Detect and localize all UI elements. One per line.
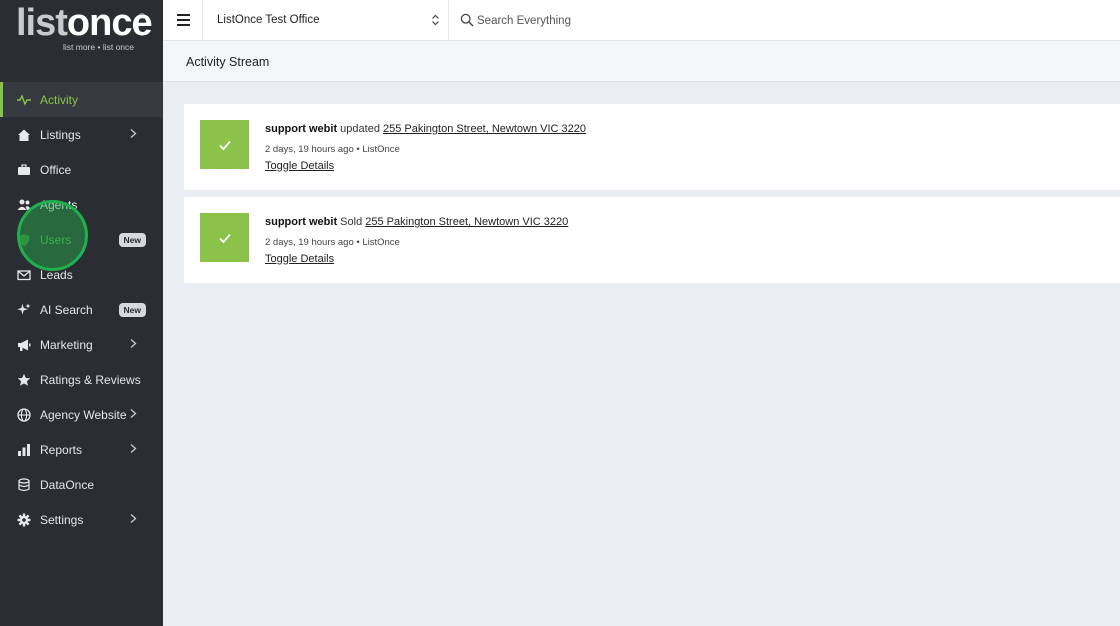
activity-meta: 2 days, 19 hours ago • ListOnce [265,237,400,248]
activity-user: support webit [265,123,338,135]
people-icon [16,197,32,213]
activity-address-link[interactable]: 255 Pakington Street, Newtown VIC 3220 [383,123,586,135]
activity-user: support webit [265,216,338,228]
sidebar-item-listings[interactable]: Listings [0,117,163,152]
top-bar: ListOnce Test Office [163,0,1120,41]
page-title: Activity Stream [186,55,270,69]
activity-action: updated [340,123,380,135]
chevron-right-icon [130,444,137,453]
listonce-logo[interactable]: listonce ® list more • list once [0,0,163,80]
chevron-right-icon [130,339,137,348]
sidebar-item-label: Marketing [40,337,93,352]
home-icon [16,127,32,143]
toggle-details-link[interactable]: Toggle Details [265,253,334,265]
chevron-right-icon [130,409,137,418]
activity-action: Sold [340,216,363,228]
logo-registered-mark: ® [139,12,145,21]
activity-meta: 2 days, 19 hours ago • ListOnce [265,144,400,155]
sidebar-item-dataonce[interactable]: DataOnce [0,467,163,502]
sidebar-item-leads[interactable]: Leads [0,257,163,292]
sidebar-item-label: Reports [40,442,83,457]
logo-wordmark: listonce [16,2,153,44]
sidebar-item-reports[interactable]: Reports [0,432,163,467]
sidebar-item-label: Leads [40,267,73,282]
sidebar: listonce ® list more • list once Activit… [0,0,163,626]
gear-icon [16,512,32,528]
shield-icon [16,232,32,248]
sidebar-item-label: DataOnce [40,477,95,492]
sidebar-item-ai-search[interactable]: AI Search New [0,292,163,327]
sidebar-item-label: Listings [40,127,81,142]
sidebar-item-label: Settings [40,512,84,527]
megaphone-icon [16,337,32,353]
sidebar-item-marketing[interactable]: Marketing [0,327,163,362]
sidebar-item-label: Agency Website [40,407,127,422]
sidebar-item-settings[interactable]: Settings [0,502,163,537]
toggle-details-link[interactable]: Toggle Details [265,160,334,172]
chevron-right-icon [130,514,137,523]
search-input[interactable] [477,10,777,32]
sidebar-item-label: Ratings & Reviews [40,372,141,387]
sidebar-item-label: Office [40,162,72,177]
sidebar-item-agents[interactable]: Agents [0,187,163,222]
check-icon [200,213,249,262]
sidebar-item-label: AI Search [40,302,93,317]
activity-address-link[interactable]: 255 Pakington Street, Newtown VIC 3220 [365,216,568,228]
new-badge: New [118,233,146,247]
logo-tagline: list more • list once [63,42,134,52]
page-header: Activity Stream [163,41,1120,82]
pulse-icon [16,92,32,108]
office-selector-value: ListOnce Test Office [217,14,320,26]
activity-summary: support webit Sold 255 Pakington Street,… [265,216,568,228]
envelope-icon [16,267,32,283]
office-selector[interactable]: ListOnce Test Office [202,0,449,41]
star-icon [16,372,32,388]
activity-card: support webit updated 255 Pakington Stre… [184,104,1120,190]
sidebar-item-ratings-reviews[interactable]: Ratings & Reviews [0,362,163,397]
menu-toggle-icon[interactable] [177,14,190,26]
activity-summary: support webit updated 255 Pakington Stre… [265,123,586,135]
new-badge: New [118,303,146,317]
sidebar-item-label: Agents [40,197,78,212]
sidebar-item-label: Activity [40,92,79,107]
sidebar-item-activity[interactable]: Activity [0,82,163,117]
globe-icon [16,407,32,423]
sidebar-item-label: Users [40,232,72,247]
chevron-updown-icon [432,14,439,26]
database-icon [16,477,32,493]
chevron-right-icon [130,129,137,138]
sidebar-item-users[interactable]: Users New [0,222,163,257]
sidebar-item-agency-website[interactable]: Agency Website [0,397,163,432]
sidebar-item-office[interactable]: Office [0,152,163,187]
check-icon [200,120,249,169]
activity-card: support webit Sold 255 Pakington Street,… [184,197,1120,283]
bar-chart-icon [16,442,32,458]
search-icon [460,13,474,27]
briefcase-icon [16,162,32,178]
sidebar-nav: Activity Listings Office Agents Users Ne… [0,82,163,537]
sparkle-icon [16,302,32,318]
